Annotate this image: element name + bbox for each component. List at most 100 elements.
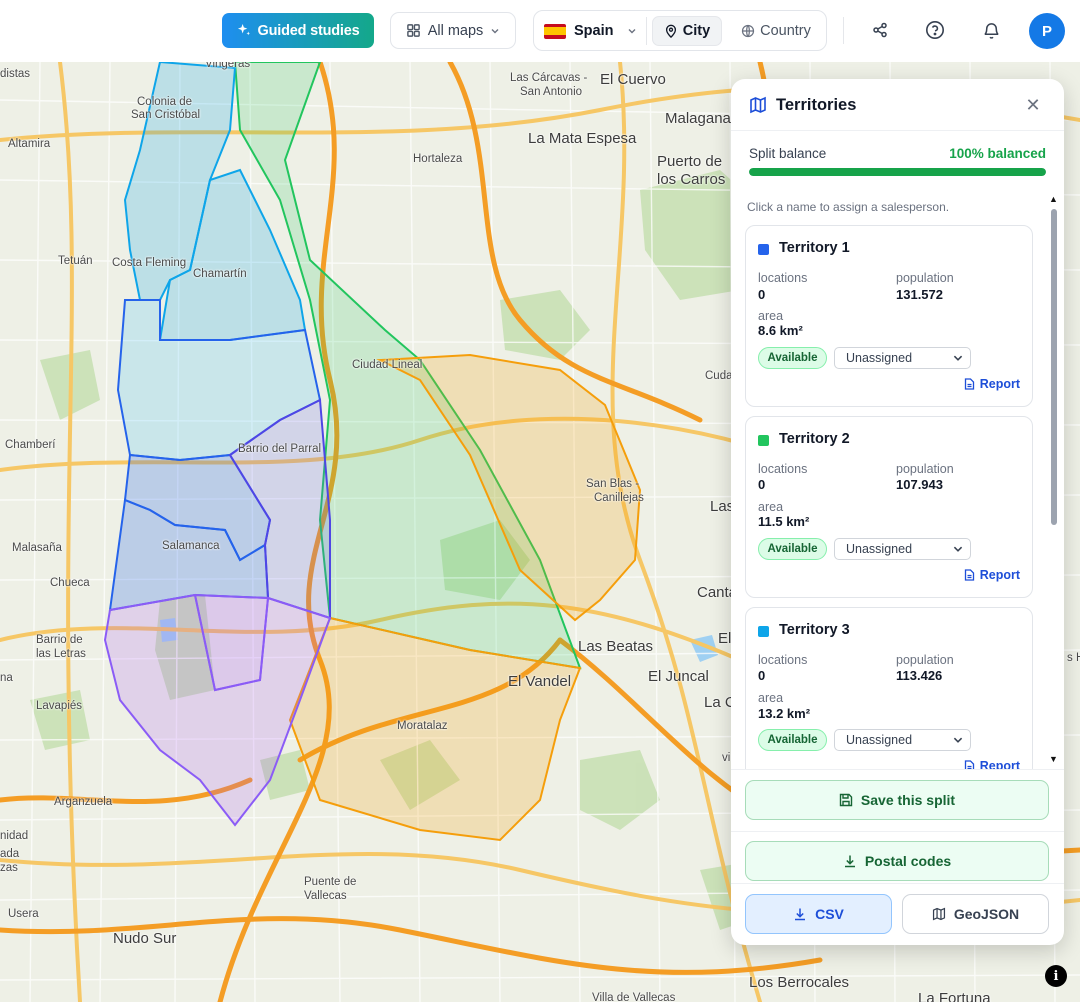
csv-download-button[interactable]: CSV	[745, 894, 892, 934]
report-label: Report	[979, 568, 1020, 582]
map-label: Vallecas	[304, 890, 347, 902]
map-label: San Blas -	[586, 478, 640, 490]
divider	[731, 769, 1064, 770]
spain-flag-icon	[544, 23, 566, 39]
locations-label: locations	[758, 271, 808, 285]
area-value: 8.6 km²	[758, 323, 803, 338]
population-label: population	[896, 271, 954, 285]
geojson-download-button[interactable]: GeoJSON	[902, 894, 1049, 934]
map-label: La Mata Espesa	[528, 130, 637, 147]
country-dropdown[interactable]: Spain	[544, 19, 637, 43]
split-balance-bar	[749, 168, 1046, 176]
split-balance-value: 100% balanced	[949, 146, 1046, 161]
chevron-down-icon	[628, 29, 636, 34]
territory-color-swatch	[758, 244, 769, 255]
user-avatar[interactable]: P	[1029, 13, 1065, 49]
report-label: Report	[979, 759, 1020, 769]
guided-studies-button[interactable]: Guided studies	[222, 13, 374, 48]
territory-card[interactable]: Territory 2 locations 0 population 107.9…	[745, 416, 1033, 598]
map-pin-icon	[665, 24, 676, 38]
map-label: na	[0, 672, 13, 684]
country-label: Spain	[574, 23, 614, 39]
report-link[interactable]: Report	[964, 568, 1020, 582]
divider	[731, 883, 1064, 884]
salesperson-select[interactable]: Unassigned	[834, 729, 971, 751]
map-label: Costa Fleming	[112, 257, 187, 269]
territory-name[interactable]: Territory 1	[779, 240, 850, 256]
country-toggle[interactable]: Country	[732, 16, 820, 46]
salesperson-select[interactable]: Unassigned	[834, 347, 971, 369]
map-label: Vingeras	[205, 62, 251, 70]
map-label: Puerto de	[657, 153, 723, 170]
divider	[646, 17, 647, 45]
postal-codes-label: Postal codes	[864, 853, 952, 869]
status-badge: Available	[758, 729, 827, 751]
status-badge: Available	[758, 347, 827, 369]
map-label: vi	[722, 752, 731, 764]
map-label: Chueca	[50, 577, 90, 589]
document-icon	[964, 760, 974, 769]
map-label: Altamira	[8, 138, 51, 150]
save-split-button[interactable]: Save this split	[745, 780, 1049, 820]
map-label: San Antonio	[520, 86, 583, 98]
map-label: Colonia de	[137, 96, 192, 108]
population-label: population	[896, 462, 954, 476]
report-link[interactable]: Report	[964, 759, 1020, 769]
panel-header: Territories ✕	[731, 79, 1064, 131]
map-label: zas	[0, 862, 18, 874]
map-label: nidad	[0, 830, 29, 842]
report-link[interactable]: Report	[964, 377, 1020, 391]
map-label: Las Cárcavas -	[510, 72, 588, 84]
locations-value: 0	[758, 477, 766, 492]
map-label: Las Beatas	[578, 638, 654, 655]
notifications-button[interactable]	[977, 16, 1005, 44]
map-label: Barrio del Parral	[238, 443, 322, 455]
grid-icon	[406, 24, 420, 37]
info-icon[interactable]: i	[1045, 965, 1067, 987]
map-label: El Vandel	[508, 673, 572, 690]
sparkles-icon	[237, 23, 250, 36]
save-split-label: Save this split	[860, 792, 956, 808]
map-label: los Carros	[657, 171, 726, 188]
share-button[interactable]	[866, 16, 894, 44]
bell-icon	[983, 22, 999, 39]
scroll-up-arrow[interactable]: ▲	[1049, 194, 1058, 204]
map-label: Canillejas	[594, 492, 644, 504]
territory-name[interactable]: Territory 2	[779, 431, 850, 447]
map-label: las Letras	[36, 648, 86, 660]
territory-name[interactable]: Territory 3	[779, 622, 850, 638]
city-toggle[interactable]: City	[652, 16, 722, 46]
download-icon	[844, 855, 855, 868]
chevron-down-icon	[953, 737, 963, 743]
population-value: 131.572	[896, 287, 943, 302]
salesperson-value: Unassigned	[846, 542, 913, 556]
map-label: Ciudad Lineal	[352, 359, 423, 371]
territory-card[interactable]: Territory 1 locations 0 population 131.5…	[745, 225, 1033, 407]
map-label: El	[718, 630, 732, 647]
map-label: Chamberí	[5, 439, 56, 451]
close-icon[interactable]: ✕	[1024, 96, 1042, 114]
map-label: Puente de	[304, 876, 357, 888]
territory-color-swatch	[758, 626, 769, 637]
area-label: area	[758, 500, 784, 514]
map-label: Arganzuela	[54, 796, 113, 808]
help-button[interactable]	[921, 16, 949, 44]
map-label: distas	[0, 68, 31, 80]
geojson-label: GeoJSON	[953, 906, 1020, 922]
map-label: Usera	[8, 908, 39, 920]
area-label: area	[758, 691, 784, 705]
salesperson-select[interactable]: Unassigned	[834, 538, 971, 560]
territory-card[interactable]: Territory 3 locations 0 population 113.4…	[745, 607, 1033, 769]
assign-hint: Click a name to assign a salesperson.	[747, 200, 950, 214]
help-circle-icon	[926, 21, 944, 39]
panel-title: Territories	[776, 96, 857, 114]
salesperson-value: Unassigned	[846, 733, 913, 747]
postal-codes-button[interactable]: Postal codes	[745, 841, 1049, 881]
territory-color-swatch	[758, 435, 769, 446]
locations-label: locations	[758, 462, 808, 476]
country-mode-label: Country	[760, 23, 811, 39]
document-icon	[964, 569, 974, 581]
all-maps-dropdown[interactable]: All maps	[390, 12, 516, 49]
population-value: 113.426	[896, 668, 943, 683]
map-label: Villa de Vallecas	[592, 992, 676, 1002]
